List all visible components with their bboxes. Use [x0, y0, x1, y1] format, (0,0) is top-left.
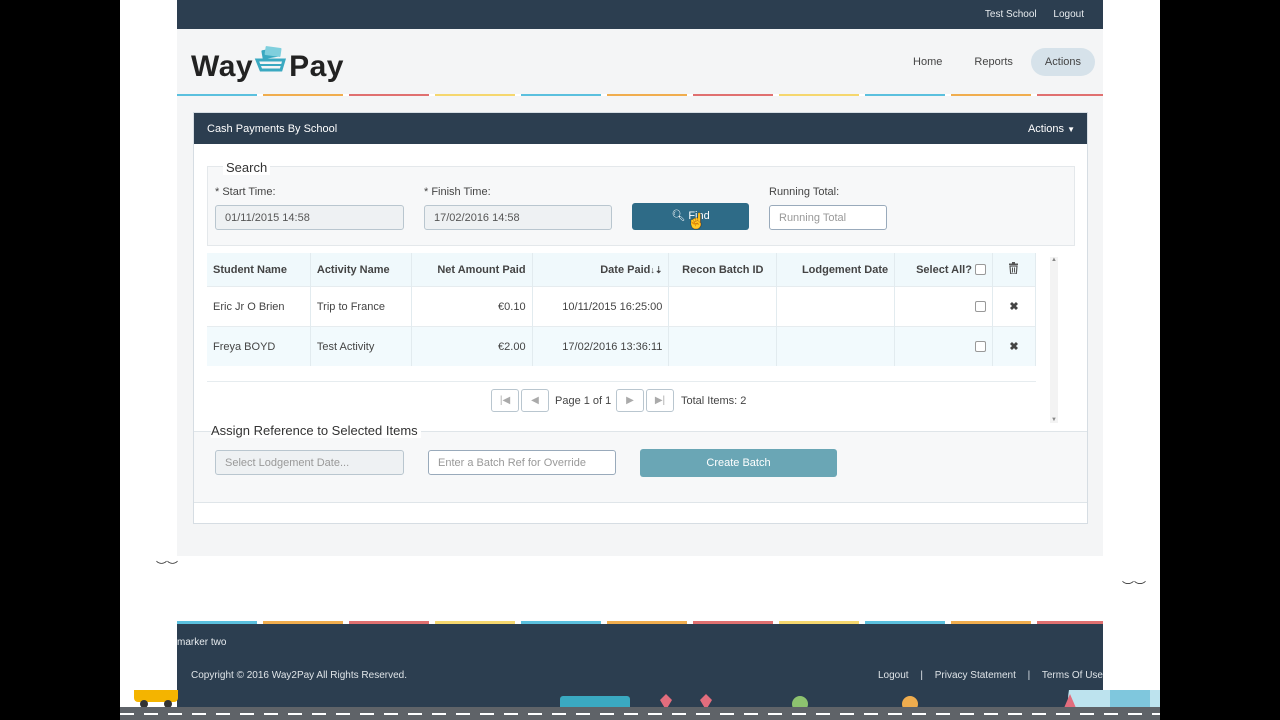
col-activity-name[interactable]: Activity Name — [310, 253, 412, 287]
cursor-hand-icon: ☝ — [687, 213, 706, 230]
cell-activity: Trip to France — [310, 286, 412, 327]
caret-down-icon: ▼ — [1067, 125, 1075, 134]
cell-student: Freya BOYD — [207, 326, 311, 366]
close-icon[interactable]: ✖ — [1009, 301, 1018, 313]
start-time-label: * Start Time: — [215, 186, 276, 198]
sort-desc-icon: ↓⇣ — [650, 264, 663, 275]
first-page-button[interactable]: |◀ — [491, 389, 519, 412]
cell-date: 17/02/2016 13:36:11 — [532, 326, 670, 366]
finish-time-label: * Finish Time: — [424, 186, 491, 198]
logout-link[interactable]: Logout — [1053, 9, 1084, 20]
prev-page-button[interactable]: ◀ — [521, 389, 549, 412]
search-legend: Search — [223, 160, 271, 175]
running-total-label: Running Total: — [769, 186, 840, 198]
col-net-amount[interactable]: Net Amount Paid — [411, 253, 533, 287]
bird-icon: ︶︶ — [1122, 580, 1147, 594]
main-content: Cash Payments By School Actions ▼ Search… — [177, 96, 1103, 556]
lodgement-date-input[interactable]: Select Lodgement Date... — [215, 450, 404, 475]
cart-icon — [253, 46, 289, 78]
way2pay-logo[interactable]: Way Pay — [191, 46, 344, 84]
footer-marker: marker two — [177, 637, 227, 648]
last-page-button[interactable]: ▶| — [646, 389, 674, 412]
scroll-down-icon[interactable]: ▼ — [1050, 417, 1058, 423]
nav-home[interactable]: Home — [899, 48, 956, 76]
terms-link[interactable]: Terms Of Use — [1042, 670, 1103, 681]
table-row[interactable]: Eric Jr O Brien Trip to France €0.10 10/… — [207, 286, 1037, 327]
cell-remove: ✖ — [992, 326, 1037, 366]
row-checkbox[interactable] — [974, 301, 986, 313]
start-time-input[interactable]: 01/11/2015 14:58 — [215, 205, 404, 230]
actions-dropdown[interactable]: Actions ▼ — [1028, 123, 1075, 135]
cell-activity: Test Activity — [310, 326, 412, 366]
school-link[interactable]: Test School — [985, 9, 1037, 20]
cell-remove: ✖ — [992, 286, 1037, 327]
table-row[interactable]: Freya BOYD Test Activity €2.00 17/02/201… — [207, 326, 1037, 366]
main-nav: Home Reports Actions — [899, 48, 1095, 76]
scroll-up-icon[interactable]: ▲ — [1050, 257, 1058, 263]
total-items: Total Items: 2 — [681, 395, 747, 407]
col-student-name[interactable]: Student Name — [207, 253, 311, 287]
select-all-checkbox[interactable] — [974, 264, 986, 276]
batch-ref-input[interactable]: Enter a Batch Ref for Override — [428, 450, 616, 475]
top-bar: Test School Logout — [177, 0, 1103, 29]
footer-separator: | — [920, 670, 923, 681]
col-select-all[interactable]: Select All? — [894, 253, 993, 287]
assign-section: Assign Reference to Selected Items Selec… — [194, 423, 1087, 503]
cash-payments-panel: Cash Payments By School Actions ▼ Search… — [193, 112, 1088, 524]
cell-recon — [668, 286, 778, 327]
footer-logout-link[interactable]: Logout — [878, 670, 909, 681]
footer-links: Logout | Privacy Statement | Terms Of Us… — [878, 670, 1103, 681]
next-page-button[interactable]: ▶ — [616, 389, 644, 412]
table-divider — [207, 381, 1036, 382]
cell-select — [894, 326, 993, 366]
last-page-icon: ▶| — [654, 395, 666, 406]
first-page-icon: |◀ — [499, 395, 511, 406]
search-icon: 🔍︎ — [671, 210, 686, 222]
bird-icon: ︶︶ — [156, 561, 178, 573]
cell-lodgement — [776, 286, 896, 327]
next-page-icon: ▶ — [626, 395, 634, 406]
cell-date: 10/11/2015 16:25:00 — [532, 286, 670, 327]
cell-amount: €0.10 — [411, 286, 533, 327]
nav-reports[interactable]: Reports — [960, 48, 1027, 76]
finish-time-input[interactable]: 17/02/2016 14:58 — [424, 205, 612, 230]
running-total-input[interactable]: Running Total — [769, 205, 887, 230]
nav-actions[interactable]: Actions — [1030, 48, 1095, 76]
col-recon-batch[interactable]: Recon Batch ID — [668, 253, 778, 287]
panel-header: Cash Payments By School Actions ▼ — [194, 113, 1087, 144]
cell-lodgement — [776, 326, 896, 366]
col-date-paid[interactable]: Date Paid↓⇣ — [532, 253, 670, 287]
trash-icon[interactable] — [1008, 262, 1019, 277]
cell-amount: €2.00 — [411, 326, 533, 366]
privacy-link[interactable]: Privacy Statement — [935, 670, 1016, 681]
close-icon[interactable]: ✖ — [1009, 341, 1018, 353]
table-scrollbar[interactable]: ▲ ▼ — [1050, 257, 1058, 423]
road — [120, 707, 1160, 720]
page-indicator: Page 1 of 1 — [555, 395, 612, 407]
cell-student: Eric Jr O Brien — [207, 286, 311, 327]
create-batch-button[interactable]: Create Batch — [640, 449, 837, 477]
site-header: Way Pay Home Reports Actions — [177, 29, 1103, 95]
assign-legend: Assign Reference to Selected Items — [211, 423, 421, 438]
row-checkbox[interactable] — [974, 341, 986, 353]
browser-page: Test School Logout Way Pay Home Reports … — [120, 0, 1160, 720]
prev-page-icon: ◀ — [531, 395, 539, 406]
cell-select — [894, 286, 993, 327]
payments-table: Student Name Activity Name Net Amount Pa… — [207, 253, 1037, 366]
col-lodgement-date[interactable]: Lodgement Date — [776, 253, 896, 287]
copyright-text: Copyright © 2016 Way2Pay All Rights Rese… — [191, 670, 407, 681]
cell-recon — [668, 326, 778, 366]
panel-title: Cash Payments By School — [207, 123, 338, 135]
col-delete — [992, 253, 1037, 287]
footer-separator: | — [1027, 670, 1031, 681]
table-header-row: Student Name Activity Name Net Amount Pa… — [207, 253, 1037, 287]
